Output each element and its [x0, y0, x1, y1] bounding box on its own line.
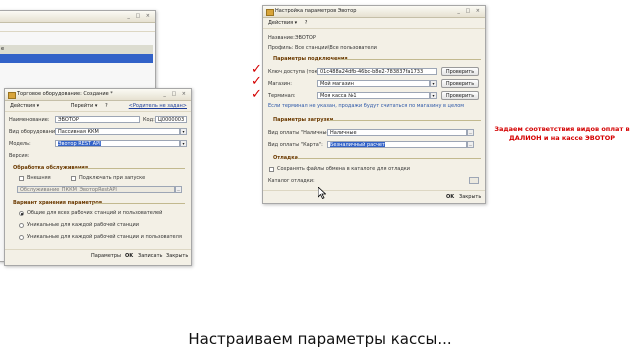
save-button[interactable]: Записать — [138, 253, 162, 259]
processing-select-icon[interactable]: … — [175, 186, 182, 193]
footer-divider — [5, 249, 191, 250]
app-icon — [266, 9, 274, 16]
save-files-label: Сохранять файлы обмена в каталоге для от… — [277, 166, 411, 172]
load-section-title: Параметры загрузки — [273, 117, 334, 123]
actions-menu[interactable]: Действия ▾ — [10, 103, 39, 109]
store-dropdown-icon[interactable]: ▾ — [430, 80, 437, 87]
store-check-button[interactable]: Проверить — [441, 79, 479, 88]
terminal-field[interactable]: Моя касса №1 — [317, 92, 430, 99]
type-dropdown-icon[interactable]: ▾ — [180, 128, 187, 135]
settings-close-button[interactable]: Закрыть — [459, 194, 481, 200]
token-check-button[interactable]: Проверить — [441, 67, 479, 76]
store-field[interactable]: Мой магазин — [317, 80, 430, 87]
catalog-label: Каталог отладки: — [268, 178, 315, 184]
cash-field[interactable]: Наличные — [327, 129, 467, 136]
goto-menu[interactable]: Перейти ▾ — [71, 103, 98, 109]
connection-divider — [337, 59, 481, 60]
profile-label: Профиль: — [268, 45, 294, 51]
catalog-field[interactable] — [469, 177, 479, 184]
parent-link[interactable]: <Родитель не задан> — [129, 101, 187, 111]
storage-radio-shared-label: Общие для всех рабочих станций и пользов… — [27, 210, 163, 216]
store-label: Магазин: — [268, 81, 292, 87]
type-field[interactable]: Пассивная ККМ — [55, 128, 180, 135]
settings-toolbar: Действия ▾ ? — [263, 18, 485, 29]
external-label: Внешняя — [27, 175, 51, 181]
model-label: Модель: — [9, 141, 31, 147]
equipment-toolbar: Действия ▾ Перейти ▾ ? <Родитель не зада… — [5, 101, 191, 112]
params-button[interactable]: Параметры — [91, 253, 121, 259]
actions-menu[interactable]: Действия ▾ — [268, 20, 297, 26]
annotation-line-1: Задаем соответствия видов оплат в — [494, 125, 630, 133]
list-header-label: е — [1, 46, 5, 52]
settings-ok-button[interactable]: OK — [446, 194, 454, 200]
name-field[interactable]: ЭВОТОР — [55, 116, 140, 123]
card-field[interactable]: Безналичный расчет — [327, 141, 467, 148]
external-checkbox[interactable] — [19, 176, 24, 181]
settings-name-value: ЭВОТОР — [295, 35, 316, 41]
name-label: Наименование: — [9, 117, 50, 123]
settings-window-titlebar: Настройка параметров Эвотор _ □ × — [263, 6, 485, 18]
debug-section-title: Отладка — [273, 155, 298, 161]
background-list-header: е — [0, 45, 153, 54]
card-value: Безналичный расчет — [330, 142, 385, 148]
code-field[interactable]: Ц0000003 — [155, 116, 187, 123]
checkmark-icon: ✓ — [251, 87, 262, 102]
token-field[interactable]: 01c488a24dfb-46bc-b8e2-783837fa1733 — [317, 68, 437, 75]
close-button[interactable]: Закрыть — [166, 253, 188, 259]
model-dropdown-icon[interactable]: ▾ — [180, 140, 187, 147]
window-controls[interactable]: _ □ × — [127, 13, 152, 19]
app-icon — [8, 92, 16, 99]
window-controls[interactable]: _ □ × — [163, 91, 188, 97]
help-button[interactable]: ? — [305, 20, 308, 26]
settings-window: Настройка параметров Эвотор _ □ × Действ… — [262, 5, 486, 204]
background-toolbar — [0, 23, 155, 32]
processing-field[interactable]: Обслуживание_ПККМ_ЭвоторRestAPI — [17, 186, 175, 193]
storage-divider — [93, 203, 185, 204]
storage-radio-per-station[interactable] — [19, 223, 24, 228]
storage-radio-per-station-label: Уникальные для каждой рабочей станции — [27, 222, 140, 228]
model-value: Эвотор REST API — [58, 141, 101, 147]
model-field[interactable]: Эвотор REST API — [55, 140, 180, 147]
mouse-cursor-icon — [318, 187, 326, 199]
load-divider — [329, 120, 481, 121]
type-label: Вид оборудования: — [9, 129, 60, 135]
annotation-line-2: ДАЛИОН и на кассе ЭВОТОР — [509, 134, 615, 142]
background-window-titlebar: _ □ × — [0, 11, 155, 23]
equipment-window: Торговое оборудование: Создание * _ □ × … — [4, 88, 192, 266]
processing-divider — [75, 168, 185, 169]
card-label: Вид оплаты "Карта": — [268, 142, 323, 148]
background-list-selected-row[interactable] — [0, 54, 153, 63]
version-label: Версия: — [9, 153, 30, 159]
storage-section-title: Вариант хранения параметров — [13, 200, 103, 206]
card-select-icon[interactable]: … — [467, 141, 474, 148]
settings-name-label: Название: — [268, 35, 295, 41]
storage-radio-per-user[interactable] — [19, 235, 24, 240]
storage-radio-shared[interactable] — [19, 211, 24, 216]
debug-divider — [297, 158, 481, 159]
autoconnect-label: Подключать при запуске — [79, 175, 146, 181]
equipment-window-titlebar: Торговое оборудование: Создание * _ □ × — [5, 89, 191, 101]
annotation-text: Задаем соответствия видов оплат в ДАЛИОН… — [484, 125, 640, 143]
save-files-checkbox[interactable] — [269, 167, 274, 172]
cash-label: Вид оплаты "Наличные": — [268, 130, 334, 136]
settings-window-title: Настройка параметров Эвотор — [275, 8, 357, 14]
storage-radio-per-user-label: Уникальные для каждой рабочей станции и … — [27, 234, 182, 240]
terminal-dropdown-icon[interactable]: ▾ — [430, 92, 437, 99]
terminal-label: Терминал: — [268, 93, 296, 99]
window-controls[interactable]: _ □ × — [457, 8, 482, 14]
terminal-check-button[interactable]: Проверить — [441, 91, 479, 100]
ok-button[interactable]: OK — [125, 253, 133, 259]
help-button[interactable]: ? — [105, 103, 108, 109]
profile-value: Все станции\Все пользователи — [295, 45, 377, 51]
code-label: Код: — [143, 117, 155, 123]
equipment-window-title: Торговое оборудование: Создание * — [17, 91, 113, 97]
settings-footer-divider — [263, 190, 485, 191]
cash-select-icon[interactable]: … — [467, 129, 474, 136]
autoconnect-checkbox[interactable] — [71, 176, 76, 181]
video-caption: Настраиваем параметры кассы... — [188, 330, 452, 348]
terminal-hint: Если терминал не указан, продажи будут с… — [268, 103, 465, 109]
